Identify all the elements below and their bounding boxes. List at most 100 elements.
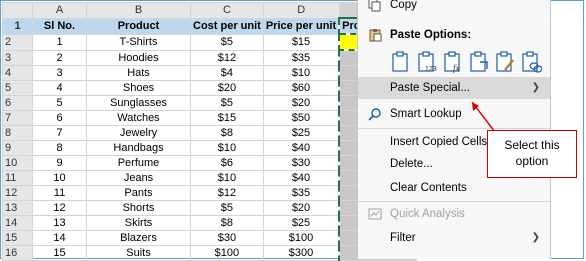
cell-price[interactable]: $30 <box>262 154 340 171</box>
row-header[interactable]: 7 <box>2 109 33 126</box>
row-header[interactable]: 3 <box>2 49 33 66</box>
cell-cost[interactable]: $100 <box>190 244 264 261</box>
cell-sl-no[interactable]: 12 <box>32 199 87 216</box>
header-cell-cost[interactable]: Cost per unit <box>190 17 264 35</box>
row-header[interactable]: 12 <box>2 184 33 201</box>
cell-product[interactable]: Skirts <box>86 214 191 231</box>
cell-price[interactable]: $15 <box>262 33 340 51</box>
cell-cost[interactable]: $8 <box>190 124 264 141</box>
cell-cost[interactable]: $12 <box>190 184 264 201</box>
row-header[interactable]: 5 <box>2 79 33 96</box>
cell-cost[interactable]: $4 <box>190 64 264 81</box>
cell-cost[interactable]: $5 <box>190 199 264 216</box>
cell-sl-no[interactable]: 7 <box>32 124 87 141</box>
cell-product[interactable]: Pants <box>86 184 191 201</box>
cell-sl-no[interactable]: 11 <box>32 184 87 201</box>
cell-sl-no[interactable]: 2 <box>32 49 87 66</box>
cell-sl-no[interactable]: 1 <box>32 33 87 51</box>
cell-price[interactable]: $25 <box>262 124 340 141</box>
row-header[interactable]: 1 <box>2 17 33 35</box>
paste-icon[interactable] <box>390 50 412 74</box>
menu-item-clear-contents[interactable]: Clear Contents <box>358 177 550 199</box>
cell-price[interactable]: $300 <box>262 244 340 261</box>
cell-cost[interactable]: $6 <box>190 154 264 171</box>
cell-sl-no[interactable]: 9 <box>32 154 87 171</box>
cell-sl-no[interactable]: 6 <box>32 109 87 126</box>
column-header-c[interactable]: C <box>190 2 264 19</box>
cell-product[interactable]: Watches <box>86 109 191 126</box>
row-header[interactable]: 9 <box>2 139 33 156</box>
cell-product[interactable]: Shoes <box>86 79 191 96</box>
paste-values-icon[interactable]: 123 <box>416 50 438 74</box>
cell-product[interactable]: Jeans <box>86 169 191 186</box>
cell-product[interactable]: Suits <box>86 244 191 261</box>
cell-price[interactable]: $40 <box>262 139 340 156</box>
cell-price[interactable]: $40 <box>262 169 340 186</box>
paste-formulas-icon[interactable]: fx <box>442 50 464 74</box>
row-header[interactable]: 11 <box>2 169 33 186</box>
cell-price[interactable]: $20 <box>262 94 340 111</box>
table-row: 14 13 Skirts $8 $25 <box>2 214 418 231</box>
cell-product[interactable]: Hats <box>86 64 191 81</box>
cell-product[interactable]: Perfume <box>86 154 191 171</box>
paste-transpose-icon[interactable] <box>468 50 490 74</box>
row-header[interactable]: 16 <box>2 244 33 261</box>
menu-item-smart-lookup[interactable]: Smart Lookup <box>358 103 550 125</box>
cell-product[interactable]: Sunglasses <box>86 94 191 111</box>
row-header[interactable]: 15 <box>2 229 33 246</box>
column-header-a[interactable]: A <box>32 2 87 19</box>
cell-sl-no[interactable]: 13 <box>32 214 87 231</box>
cell-price[interactable]: $35 <box>262 184 340 201</box>
cell-sl-no[interactable]: 4 <box>32 79 87 96</box>
cell-sl-no[interactable]: 15 <box>32 244 87 261</box>
row-header[interactable]: 4 <box>2 64 33 81</box>
cell-product[interactable]: Jewelry <box>86 124 191 141</box>
cell-cost[interactable]: $8 <box>190 214 264 231</box>
cell-product[interactable]: T-Shirts <box>86 33 191 51</box>
cell-cost[interactable]: $30 <box>190 229 264 246</box>
table-row: 6 5 Sunglasses $5 $20 <box>2 94 418 111</box>
cell-sl-no[interactable]: 14 <box>32 229 87 246</box>
menu-item-paste-special[interactable]: Paste Special... ❯ <box>358 77 550 99</box>
cell-product[interactable]: Hoodies <box>86 49 191 66</box>
row-header[interactable]: 10 <box>2 154 33 171</box>
cell-cost[interactable]: $10 <box>190 139 264 156</box>
header-cell-price[interactable]: Price per unit <box>262 17 340 35</box>
cell-cost[interactable]: $10 <box>190 169 264 186</box>
header-cell-product[interactable]: Product <box>86 17 191 35</box>
cell-price[interactable]: $25 <box>262 214 340 231</box>
cell-sl-no[interactable]: 10 <box>32 169 87 186</box>
paste-link-icon[interactable] <box>520 50 542 74</box>
cell-cost[interactable]: $15 <box>190 109 264 126</box>
cell-sl-no[interactable]: 5 <box>32 94 87 111</box>
cell-product[interactable]: Blazers <box>86 229 191 246</box>
row-header[interactable]: 2 <box>2 33 33 51</box>
table-row: 4 3 Hats $4 $10 <box>2 64 418 81</box>
cell-price[interactable]: $20 <box>262 199 340 216</box>
row-header[interactable]: 14 <box>2 214 33 231</box>
row-header[interactable]: 6 <box>2 94 33 111</box>
menu-item-quick-analysis[interactable]: Quick Analysis <box>358 203 550 225</box>
header-cell-sl-no[interactable]: Sl No. <box>32 17 87 35</box>
cell-product[interactable]: Shorts <box>86 199 191 216</box>
column-header-b[interactable]: B <box>86 2 191 19</box>
cell-product[interactable]: Handbags <box>86 139 191 156</box>
select-all-corner[interactable] <box>2 2 33 19</box>
cell-cost[interactable]: $12 <box>190 49 264 66</box>
cell-cost[interactable]: $5 <box>190 33 264 51</box>
row-header[interactable]: 13 <box>2 199 33 216</box>
cell-sl-no[interactable]: 3 <box>32 64 87 81</box>
cell-price[interactable]: $60 <box>262 79 340 96</box>
column-header-d[interactable]: D <box>262 2 340 19</box>
row-header[interactable]: 8 <box>2 124 33 141</box>
cell-price[interactable]: $50 <box>262 109 340 126</box>
cell-price[interactable]: $35 <box>262 49 340 66</box>
cell-price[interactable]: $10 <box>262 64 340 81</box>
cell-price[interactable]: $100 <box>262 229 340 246</box>
paste-formatting-icon[interactable] <box>494 50 516 74</box>
cell-sl-no[interactable]: 8 <box>32 139 87 156</box>
menu-item-copy[interactable]: Copy <box>358 0 550 22</box>
cell-cost[interactable]: $20 <box>190 79 264 96</box>
cell-cost[interactable]: $5 <box>190 94 264 111</box>
menu-item-filter[interactable]: Filter ❯ <box>358 227 550 249</box>
